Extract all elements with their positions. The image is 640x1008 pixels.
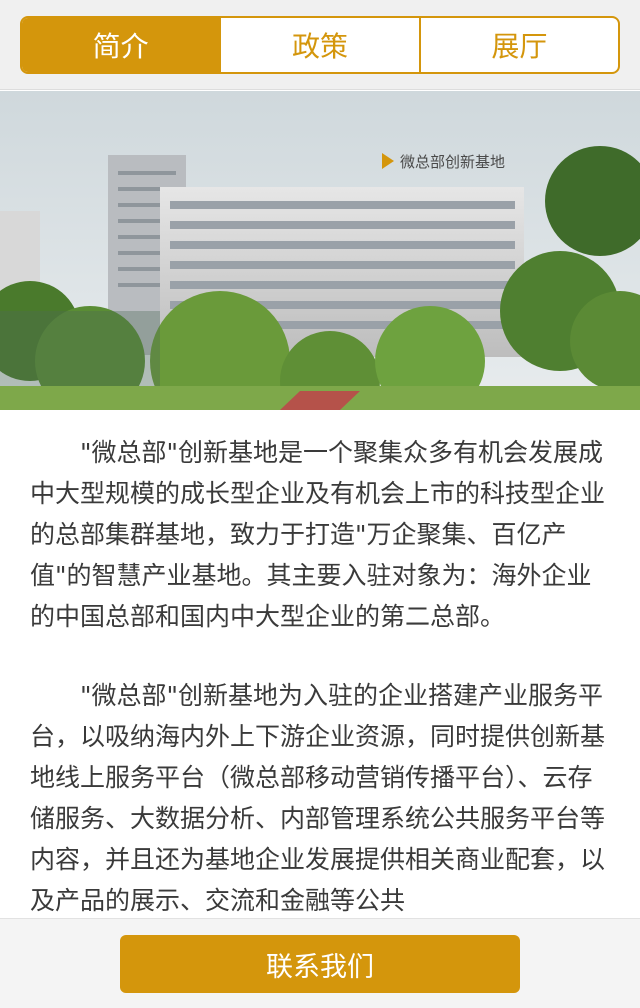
svg-text:微总部创新基地: 微总部创新基地 (400, 153, 505, 171)
hero-image: 微总部创新基地 (0, 91, 640, 410)
tab-bar: 简介 政策 展厅 (20, 16, 620, 74)
tab-showroom[interactable]: 展厅 (418, 18, 618, 72)
intro-paragraph: "微总部"创新基地为入驻的企业搭建产业服务平台，以吸纳海内外上下游企业资源，同时… (30, 681, 606, 915)
building-sign: 微总部创新基地 (382, 153, 505, 171)
tab-policy[interactable]: 政策 (219, 18, 418, 72)
building-photo: 微总部创新基地 (0, 91, 640, 410)
intro-content: "微总部"创新基地是一个聚集众多有机会发展成中大型规模的成长型企业及有机会上市的… (30, 432, 610, 918)
top-bar: 简介 政策 展厅 (0, 0, 640, 90)
intro-paragraph: "微总部"创新基地是一个聚集众多有机会发展成中大型规模的成长型企业及有机会上市的… (30, 438, 606, 631)
contact-us-button[interactable]: 联系我们 (120, 935, 520, 993)
footer-bar: 联系我们 (0, 918, 640, 1008)
tab-intro[interactable]: 简介 (22, 18, 220, 72)
